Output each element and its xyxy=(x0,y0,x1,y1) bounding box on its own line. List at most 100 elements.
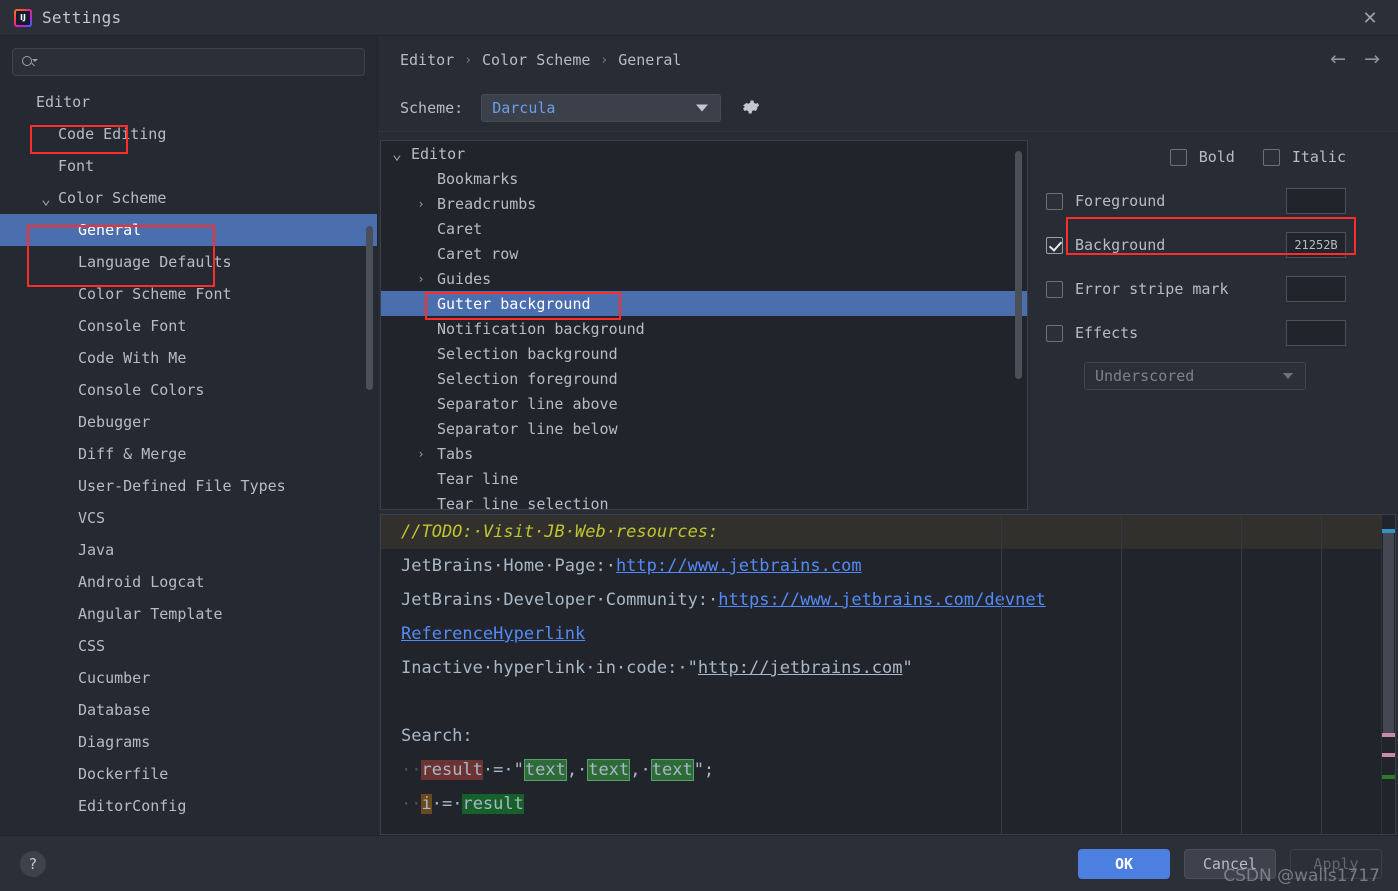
sidebar-item-editor[interactable]: Editor xyxy=(0,86,377,118)
color-tree-item-tear-line-selection[interactable]: Tear line selection xyxy=(381,491,1027,510)
sidebar-item-label: Android Logcat xyxy=(78,573,205,591)
sidebar-item-font[interactable]: Font xyxy=(0,150,377,182)
color-tree-item-tear-line[interactable]: Tear line xyxy=(381,466,1027,491)
preview-scrollbar-thumb[interactable] xyxy=(1383,533,1394,733)
breadcrumb-item-color-scheme[interactable]: Color Scheme xyxy=(482,51,590,69)
preview-line-inactive: Inactive·hyperlink·in·code:·" http://jetb… xyxy=(381,651,1381,685)
arrow-left-icon[interactable]: ← xyxy=(1330,48,1346,70)
effects-checkbox[interactable] xyxy=(1046,324,1063,342)
color-tree-item-selection-foreground[interactable]: Selection foreground xyxy=(381,366,1027,391)
color-tree-item-label: Tear line xyxy=(437,469,519,488)
sidebar-item-general[interactable]: General xyxy=(0,214,377,246)
color-tree-item-bookmarks[interactable]: Bookmarks xyxy=(381,166,1027,191)
color-tree-item-selection-background[interactable]: Selection background xyxy=(381,341,1027,366)
attributes-panel: Bold Italic Foreground Background 21252B… xyxy=(1028,132,1398,510)
sidebar-item-editorconfig[interactable]: EditorConfig xyxy=(0,790,377,822)
sidebar-item-angular-template[interactable]: Angular Template xyxy=(0,598,377,630)
chevron-down-icon[interactable]: ⌄ xyxy=(391,144,403,163)
color-tree-scrollbar-thumb[interactable] xyxy=(1015,151,1022,379)
error-stripe-gutter[interactable] xyxy=(1381,515,1395,834)
preview-label: ·=· xyxy=(431,794,463,814)
color-tree-item-editor[interactable]: ⌄ Editor xyxy=(381,141,1027,166)
sidebar-item-color-scheme-font[interactable]: Color Scheme Font xyxy=(0,278,377,310)
sidebar-item-android-logcat[interactable]: Android Logcat xyxy=(0,566,377,598)
preview-label: "; xyxy=(693,760,715,780)
help-button[interactable]: ? xyxy=(20,850,46,877)
chevron-right-icon[interactable]: › xyxy=(415,447,427,461)
color-tree-item-label: Tear line selection xyxy=(437,494,609,510)
sidebar-item-console-font[interactable]: Console Font xyxy=(0,310,377,342)
preview-label: " xyxy=(902,658,913,678)
preview-label: Inactive·hyperlink·in·code:·" xyxy=(401,658,698,678)
background-color-swatch[interactable]: 21252B xyxy=(1286,232,1346,258)
title-bar: Settings ✕ xyxy=(0,0,1398,36)
close-icon[interactable]: ✕ xyxy=(1342,0,1398,36)
color-settings-tree[interactable]: ⌄ Editor Bookmarks › Breadcrumbs Caret Caret r… xyxy=(380,140,1028,510)
color-tree-item-caret[interactable]: Caret xyxy=(381,216,1027,241)
foreground-checkbox[interactable] xyxy=(1046,192,1063,210)
color-tree-item-tabs[interactable]: › Tabs xyxy=(381,441,1027,466)
chevron-right-icon[interactable]: › xyxy=(415,197,427,211)
stripe-mark[interactable] xyxy=(1382,733,1395,737)
sidebar-item-diagrams[interactable]: Diagrams xyxy=(0,726,377,758)
stripe-mark[interactable] xyxy=(1382,775,1395,779)
chevron-down-icon xyxy=(1283,373,1293,379)
sidebar-item-vcs[interactable]: VCS xyxy=(0,502,377,534)
color-tree-item-notification-background[interactable]: Notification background xyxy=(381,316,1027,341)
italic-checkbox[interactable] xyxy=(1262,148,1280,166)
chevron-down-icon[interactable]: ⌄ xyxy=(40,189,52,208)
sidebar-item-cucumber[interactable]: Cucumber xyxy=(0,662,377,694)
breadcrumb-item-general[interactable]: General xyxy=(618,51,681,69)
sidebar-item-code-with-me[interactable]: Code With Me xyxy=(0,342,377,374)
sidebar-item-css[interactable]: CSS xyxy=(0,630,377,662)
bold-label: Bold xyxy=(1198,148,1235,166)
sidebar-item-java[interactable]: Java xyxy=(0,534,377,566)
chevron-right-icon[interactable]: › xyxy=(415,272,427,286)
gear-icon[interactable] xyxy=(739,96,763,120)
sidebar-item-user-defined-file-types[interactable]: User-Defined File Types xyxy=(0,470,377,502)
sidebar-item-debugger[interactable]: Debugger xyxy=(0,406,377,438)
arrow-right-icon[interactable]: → xyxy=(1364,48,1380,70)
preview-editor[interactable]: //TODO:·Visit·JB·Web·resources: JetBrains… xyxy=(381,515,1381,834)
bold-checkbox-row[interactable]: Bold xyxy=(1169,142,1235,172)
settings-nav-tree[interactable]: Editor Code Editing Font ⌄ Color Scheme Gener… xyxy=(0,84,377,835)
sidebar-item-language-defaults[interactable]: Language Defaults xyxy=(0,246,377,278)
color-tree-item-gutter-background[interactable]: Gutter background xyxy=(381,291,1027,316)
search-input[interactable] xyxy=(37,54,356,70)
color-tree-item-label: Selection background xyxy=(437,344,618,363)
italic-checkbox-row[interactable]: Italic xyxy=(1262,142,1346,172)
sidebar-scrollbar-thumb[interactable] xyxy=(366,226,373,390)
scheme-row: Scheme: Darcula xyxy=(378,84,1398,132)
sidebar-item-diff-merge[interactable]: Diff & Merge xyxy=(0,438,377,470)
effects-label: Effects xyxy=(1075,324,1139,342)
effect-type-select[interactable]: Underscored xyxy=(1084,362,1306,390)
color-tree-item-label: Selection foreground xyxy=(437,369,618,388)
foreground-color-swatch[interactable] xyxy=(1286,188,1346,214)
preview-search-write: i xyxy=(421,794,432,814)
breadcrumb-item-editor[interactable]: Editor xyxy=(400,51,454,69)
scheme-select[interactable]: Darcula xyxy=(481,93,722,122)
sidebar-item-database[interactable]: Database xyxy=(0,694,377,726)
color-tree-item-separator-line-below[interactable]: Separator line below xyxy=(381,416,1027,441)
cancel-button[interactable]: Cancel xyxy=(1184,848,1276,879)
effects-color-swatch[interactable] xyxy=(1286,320,1346,346)
preview-line-assign: ·· i ·=· result xyxy=(381,787,1381,821)
color-preview[interactable]: //TODO:·Visit·JB·Web·resources: JetBrains… xyxy=(380,514,1396,835)
sidebar-item-code-editing[interactable]: Code Editing xyxy=(0,118,377,150)
sidebar-item-dockerfile[interactable]: Dockerfile xyxy=(0,758,377,790)
color-tree-item-breadcrumbs[interactable]: › Breadcrumbs xyxy=(381,191,1027,216)
error-stripe-mark-checkbox[interactable] xyxy=(1046,280,1063,298)
background-checkbox[interactable] xyxy=(1046,236,1063,254)
sidebar-item-label: Java xyxy=(78,541,115,559)
color-tree-item-caret-row[interactable]: Caret row xyxy=(381,241,1027,266)
bold-checkbox[interactable] xyxy=(1169,148,1187,166)
stripe-mark[interactable] xyxy=(1382,529,1395,533)
error-stripe-color-swatch[interactable] xyxy=(1286,276,1346,302)
sidebar-item-console-colors[interactable]: Console Colors xyxy=(0,374,377,406)
color-tree-item-guides[interactable]: › Guides xyxy=(381,266,1027,291)
sidebar-item-color-scheme[interactable]: ⌄ Color Scheme xyxy=(0,182,377,214)
color-tree-item-separator-line-above[interactable]: Separator line above xyxy=(381,391,1027,416)
ok-button[interactable]: OK xyxy=(1078,848,1170,879)
stripe-mark[interactable] xyxy=(1382,753,1395,757)
search-box[interactable] xyxy=(12,48,365,76)
